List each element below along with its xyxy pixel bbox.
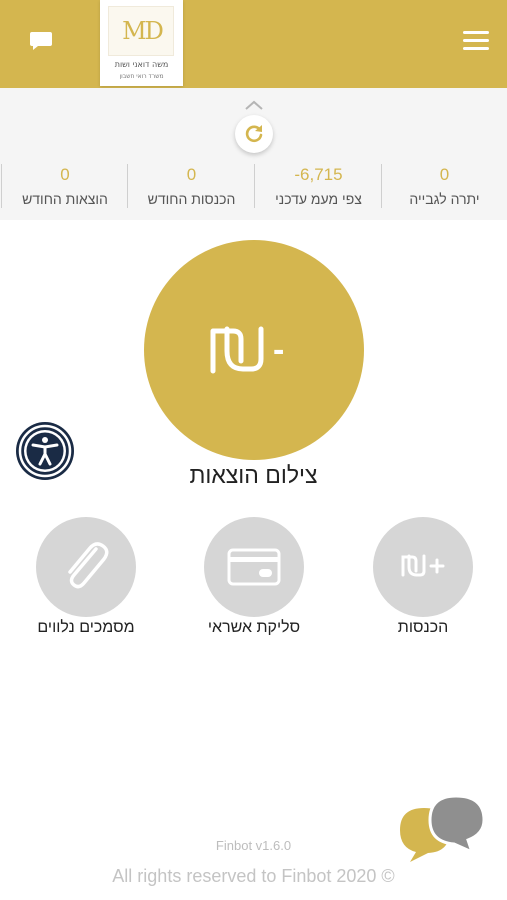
stat-value: 0 [60, 165, 70, 184]
stat-value: 0 [186, 165, 197, 184]
stat-divider [381, 164, 382, 208]
paperclip-icon [68, 542, 109, 589]
stat-label: צפי מעמ עדכני [275, 191, 362, 207]
stat-divider [127, 164, 128, 208]
main-icon-text: - [273, 331, 284, 369]
stat-divider [254, 164, 255, 208]
attached-documents-button[interactable] [36, 517, 136, 617]
stat-label: הוצאות החודש [22, 191, 108, 207]
capture-expense-button[interactable]: - [144, 240, 364, 460]
logo-company-name: משה דואני ושות [114, 60, 169, 69]
shekel-minus-icon: - [210, 326, 284, 374]
hamburger-icon[interactable] [463, 31, 489, 53]
refresh-icon [245, 125, 263, 143]
logo-company-subtitle: משרד רואי חשבון [119, 73, 164, 80]
accessibility-button[interactable] [16, 422, 74, 480]
logo-mark: MD [122, 17, 164, 45]
income-button[interactable] [373, 517, 473, 617]
shekel-plus-icon [401, 554, 445, 577]
logo-mark-box: MD [108, 6, 174, 56]
stat-divider [1, 164, 2, 208]
income-label: הכנסות [397, 619, 449, 636]
stat-monthly-expenses[interactable]: 0 הוצאות החודש [2, 163, 128, 211]
stat-vat-forecast[interactable]: -6,715 צפי מעמ עדכני [255, 163, 382, 211]
chat-support-icon[interactable] [396, 792, 488, 864]
accessibility-icon [18, 424, 72, 478]
chevron-up-icon[interactable] [244, 96, 264, 110]
stat-value: 0 [439, 165, 450, 184]
stat-value: -6,715 [294, 165, 343, 184]
stat-label: יתרה לגבייה [409, 191, 480, 207]
credit-card-icon [227, 548, 281, 586]
stat-monthly-income[interactable]: 0 הכנסות החודש [128, 163, 255, 211]
credit-card-clearing-button[interactable] [204, 517, 304, 617]
capture-expense-label: צילום הוצאות [189, 462, 318, 488]
refresh-button[interactable] [235, 115, 273, 153]
company-logo: MD משה דואני ושות משרד רואי חשבון [100, 0, 183, 86]
attached-documents-label: מסמכים נלווים [37, 619, 135, 636]
credit-card-clearing-label: סליקת אשראי [207, 619, 301, 636]
copyright-text: All rights reserved to Finbot 2020 © [112, 866, 395, 886]
stat-balance-to-collect[interactable]: 0 יתרה לגבייה [382, 163, 507, 211]
stat-label: הכנסות החודש [147, 191, 236, 207]
chat-icon[interactable] [29, 29, 55, 53]
app-header: MD משה דואני ושות משרד רואי חשבון [0, 0, 507, 88]
